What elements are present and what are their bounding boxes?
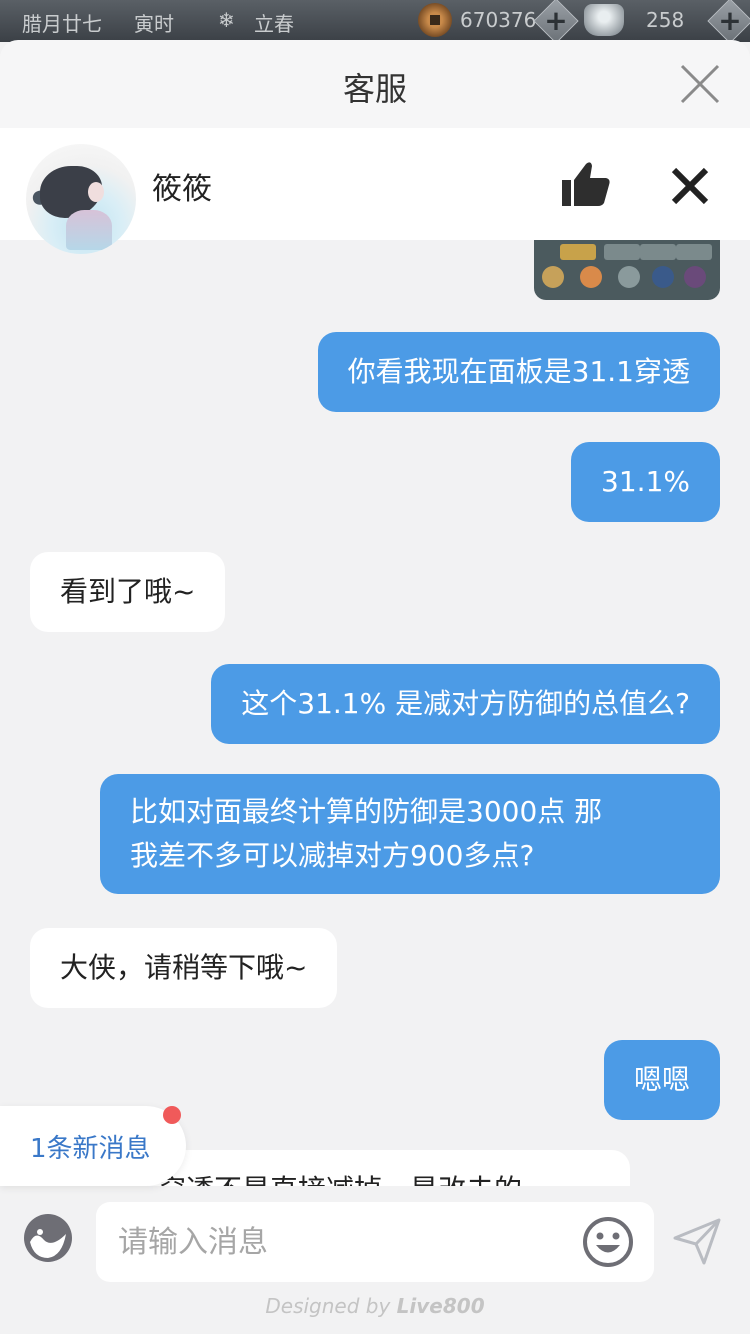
message-outgoing: 你看我现在面板是31.1穿透 [317, 332, 720, 412]
message-outgoing: 比如对面最终计算的防御是3000点 那 我差不多可以减掉对方900多点? [100, 774, 720, 894]
sticker-icon[interactable] [22, 1212, 74, 1264]
footer-brand: Live800 [396, 1294, 485, 1318]
send-icon[interactable] [672, 1216, 722, 1266]
lunar-date: 腊月廿七 [22, 12, 102, 36]
emoji-icon[interactable] [582, 1216, 634, 1268]
unread-dot [163, 1106, 181, 1124]
message-outgoing: 嗯嗯 [603, 1040, 720, 1120]
game-status-bar: 腊月廿七 寅时 ❄ 立春 670376 + 258 + [0, 0, 750, 44]
message-input[interactable] [96, 1202, 654, 1282]
new-message-label: 1条新消息 [30, 1134, 151, 1164]
panel-title: 客服 [342, 70, 407, 108]
thumbs-up-icon[interactable] [560, 158, 612, 210]
add-coins-button[interactable]: + [533, 0, 579, 44]
message-outgoing: 这个31.1% 是减对方防御的总值么? [211, 664, 720, 744]
message-line: 我差不多可以减掉对方900多点? [130, 839, 535, 872]
coin-count: 670376 [460, 8, 537, 32]
message-incoming: 大侠，请稍等下哦~ [30, 928, 338, 1008]
powered-by-footer: Designed by Live800 [0, 1294, 750, 1318]
image-message[interactable] [534, 240, 720, 300]
close-panel-icon[interactable] [678, 62, 722, 106]
message-incoming: 穿透不是直接减掉，是改击的 [128, 1150, 630, 1186]
footer-prefix: Designed by [265, 1294, 391, 1318]
message-incoming: 看到了哦~ [30, 552, 226, 632]
chat-messages[interactable]: 你看我现在面板是31.1穿透 31.1% 看到了哦~ 这个31.1% 是减对方防… [0, 240, 750, 1186]
silver-ingot-icon [584, 4, 624, 36]
message-outgoing: 31.1% [571, 442, 720, 522]
solar-term: 立春 [254, 12, 294, 36]
panel-header: 客服 [0, 40, 750, 128]
end-chat-icon[interactable] [668, 164, 712, 208]
new-message-badge[interactable]: 1条新消息 [0, 1106, 186, 1186]
add-silver-button[interactable]: + [707, 0, 750, 44]
snowflake-icon: ❄ [218, 8, 235, 32]
silver-count: 258 [646, 8, 685, 32]
copper-coin-icon [418, 3, 452, 37]
shichen-time: 寅时 [134, 12, 174, 36]
agent-name: 筱筱 [152, 172, 212, 207]
agent-avatar [26, 144, 136, 254]
message-line: 比如对面最终计算的防御是3000点 那 [130, 795, 603, 828]
